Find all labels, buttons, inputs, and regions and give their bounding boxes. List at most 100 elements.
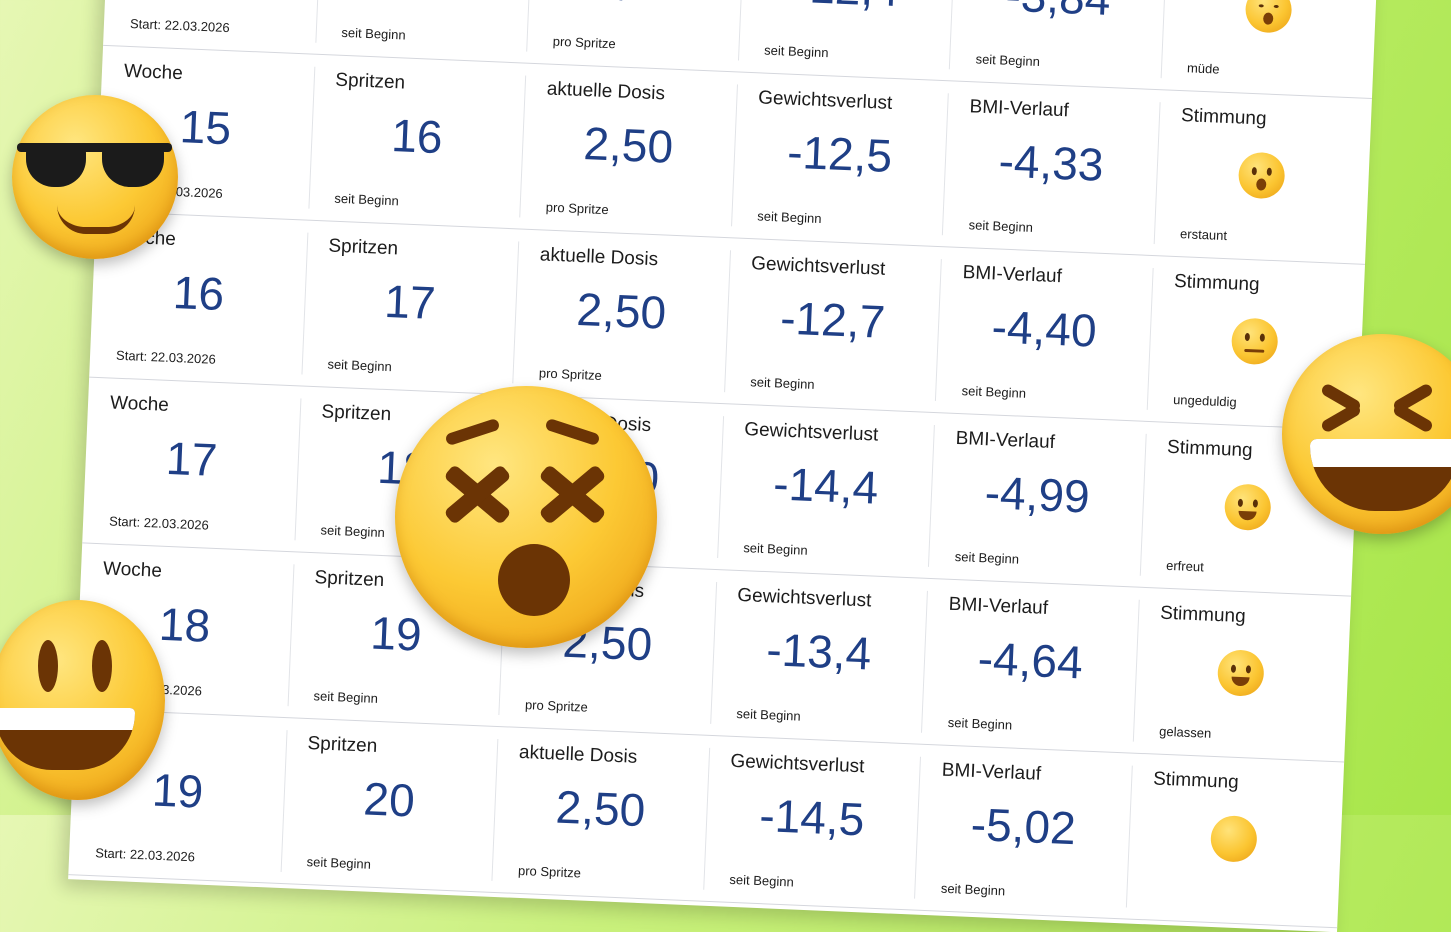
dose-label: aktuelle Dosis [546,78,666,105]
bmi-cell: BMI-Verlauf -4,64 seit Beginn [921,579,1139,754]
weight-loss-cell: Gewichtsverlust -14,4 seit Beginn [716,404,934,579]
face-icon [1209,814,1258,863]
mood-cell: Stimmung gelassen [1132,588,1350,763]
bmi-cell: BMI-Verlauf -4,33 seit Beginn [942,81,1160,256]
week-value: 17 [164,431,219,486]
weight-loss-value: -14,5 [758,789,866,846]
bmi-label: BMI-Verlauf [969,96,1070,122]
dose-cell: aktuelle Dosis 2,50 pro Spritze [512,229,730,404]
mood-cell: Stimmungmüde [1160,0,1378,99]
since-start-note: seit Beginn [940,880,1006,899]
injections-cell: Spritzen 17 seit Beginn [301,221,519,396]
injections-label: Spritzen [334,69,406,94]
bmi-value: -4,64 [976,632,1084,689]
start-date: Start: 22.03.2026 [94,845,196,865]
dose-value: 2,50 [554,780,647,837]
injections-label: Spritzen [314,567,385,592]
weight-loss-value: -14,4 [772,457,880,514]
dizzy-face-emoji-icon [395,386,657,648]
bmi-cell: BMI-Verlauf -5,02 seit Beginn [914,745,1132,920]
since-start-note: seit Beginn [756,208,822,227]
mood-label: Stimmung [1152,768,1240,794]
since-start-note: seit Beginn [320,522,386,541]
since-start-note: seit Beginn [975,51,1041,70]
since-start-note: seit Beginn [968,217,1034,235]
bmi-label: BMI-Verlauf [955,427,1056,454]
mood-text: ungeduldig [1172,391,1238,410]
injections-label: Spritzen [321,401,392,426]
since-start-note: seit Beginn [763,42,829,61]
injections-value: 16 [390,109,444,164]
week-cell: Woche 17 Start: 22.03.2026 [82,378,300,553]
bmi-cell: BMI-Verlauf -4,40 seit Beginn [935,247,1153,422]
start-date: Start: 22.03.2026 [129,15,230,36]
since-start-note: seit Beginn [729,871,795,890]
weight-loss-label: Gewichtsverlust [743,419,879,446]
mood-label: Stimmung [1166,436,1254,462]
weight-loss-value: -12,7 [779,291,887,348]
weight-loss-label: Gewichtsverlust [729,750,865,778]
week-value: 16 [171,266,226,321]
dose-value: 2,50 [528,0,742,10]
bmi-value: -4,40 [990,300,1098,357]
per-injection-note: pro Spritze [538,365,603,384]
injections-value: 20 [362,772,416,827]
injections-label: Spritzen [328,235,399,260]
since-start-note: seit Beginn [327,356,393,375]
mood-text: erstaunt [1179,226,1228,244]
per-injection-note: pro Spritze [545,199,610,218]
since-start-note: seit Beginn [743,540,808,558]
bmi-value: -5,02 [969,797,1077,855]
start-date: Start: 22.03.2026 [108,513,210,533]
bmi-cell: BMI-Verlauf -4,99 seit Beginn [928,413,1146,588]
start-date: Start: 22.03.2026 [115,347,217,367]
injections-cell: Spritzen 16 seit Beginn [308,55,526,230]
weight-loss-label: Gewichtsverlust [750,253,886,280]
astonished-face-icon [1237,151,1286,200]
mood-label: Stimmung [1173,270,1260,296]
weekly-progress-table: Woche14Start: 22.03.2026 Spritzen15seit … [68,0,1379,932]
bmi-value: -4,33 [997,134,1105,191]
tired-face-icon [1244,0,1293,34]
week-label: Woche [102,558,163,582]
dose-cell: aktuelle Dosis2,50pro Spritze [519,64,737,239]
sunglasses-emoji-icon [12,95,178,259]
mood-text: erfreut [1165,557,1205,575]
mood-label: Stimmung [1180,105,1267,130]
since-start-note: seit Beginn [947,714,1013,733]
bmi-value: -3,84 [951,0,1165,28]
since-start-note: seit Beginn [306,854,372,872]
weight-loss-cell: Gewichtsverlust-12,4seit Beginn [737,0,955,81]
mood-text: gelassen [1158,723,1212,741]
per-injection-note: pro Spritze [517,862,582,881]
raised-eyebrow-face-icon [1230,317,1279,366]
weight-loss-cell: Gewichtsverlust -14,5 seit Beginn [703,736,921,911]
injections-value: 15 [317,0,531,2]
bmi-label: BMI-Verlauf [962,262,1063,288]
bmi-label: BMI-Verlauf [941,759,1042,785]
mood-text: müde [1186,60,1220,77]
since-start-note: seit Beginn [750,374,815,392]
mood-cell: Stimmung [1125,754,1343,929]
bmi-value: -4,99 [983,466,1091,523]
dose-value: 2,50 [575,282,668,339]
weight-loss-cell: Gewichtsverlust -13,4 seit Beginn [709,570,927,745]
smiling-face-icon [1216,649,1265,697]
weight-loss-label: Gewichtsverlust [736,584,872,612]
since-start-note: seit Beginn [334,190,400,209]
grinning-face-icon [1223,483,1272,532]
dose-cell: aktuelle Dosis2,50pro Spritze [526,0,744,72]
week-label: Woche [109,392,170,416]
bmi-label: BMI-Verlauf [948,593,1049,619]
since-start-note: seit Beginn [341,24,407,43]
bmi-cell: BMI-Verlauf-3,84seit Beginn [949,0,1167,90]
since-start-note: seit Beginn [736,705,802,724]
weight-loss-label: Gewichtsverlust [757,87,893,114]
weight-loss-cell: Gewichtsverlust -12,5 seit Beginn [730,72,948,247]
weight-loss-value: -12,5 [786,125,894,182]
per-injection-note: pro Spritze [552,33,616,52]
weight-loss-value: -13,4 [765,623,873,680]
injections-cell: Spritzen15seit Beginn [314,0,532,64]
since-start-note: seit Beginn [961,383,1027,401]
dose-label: aktuelle Dosis [539,244,659,271]
